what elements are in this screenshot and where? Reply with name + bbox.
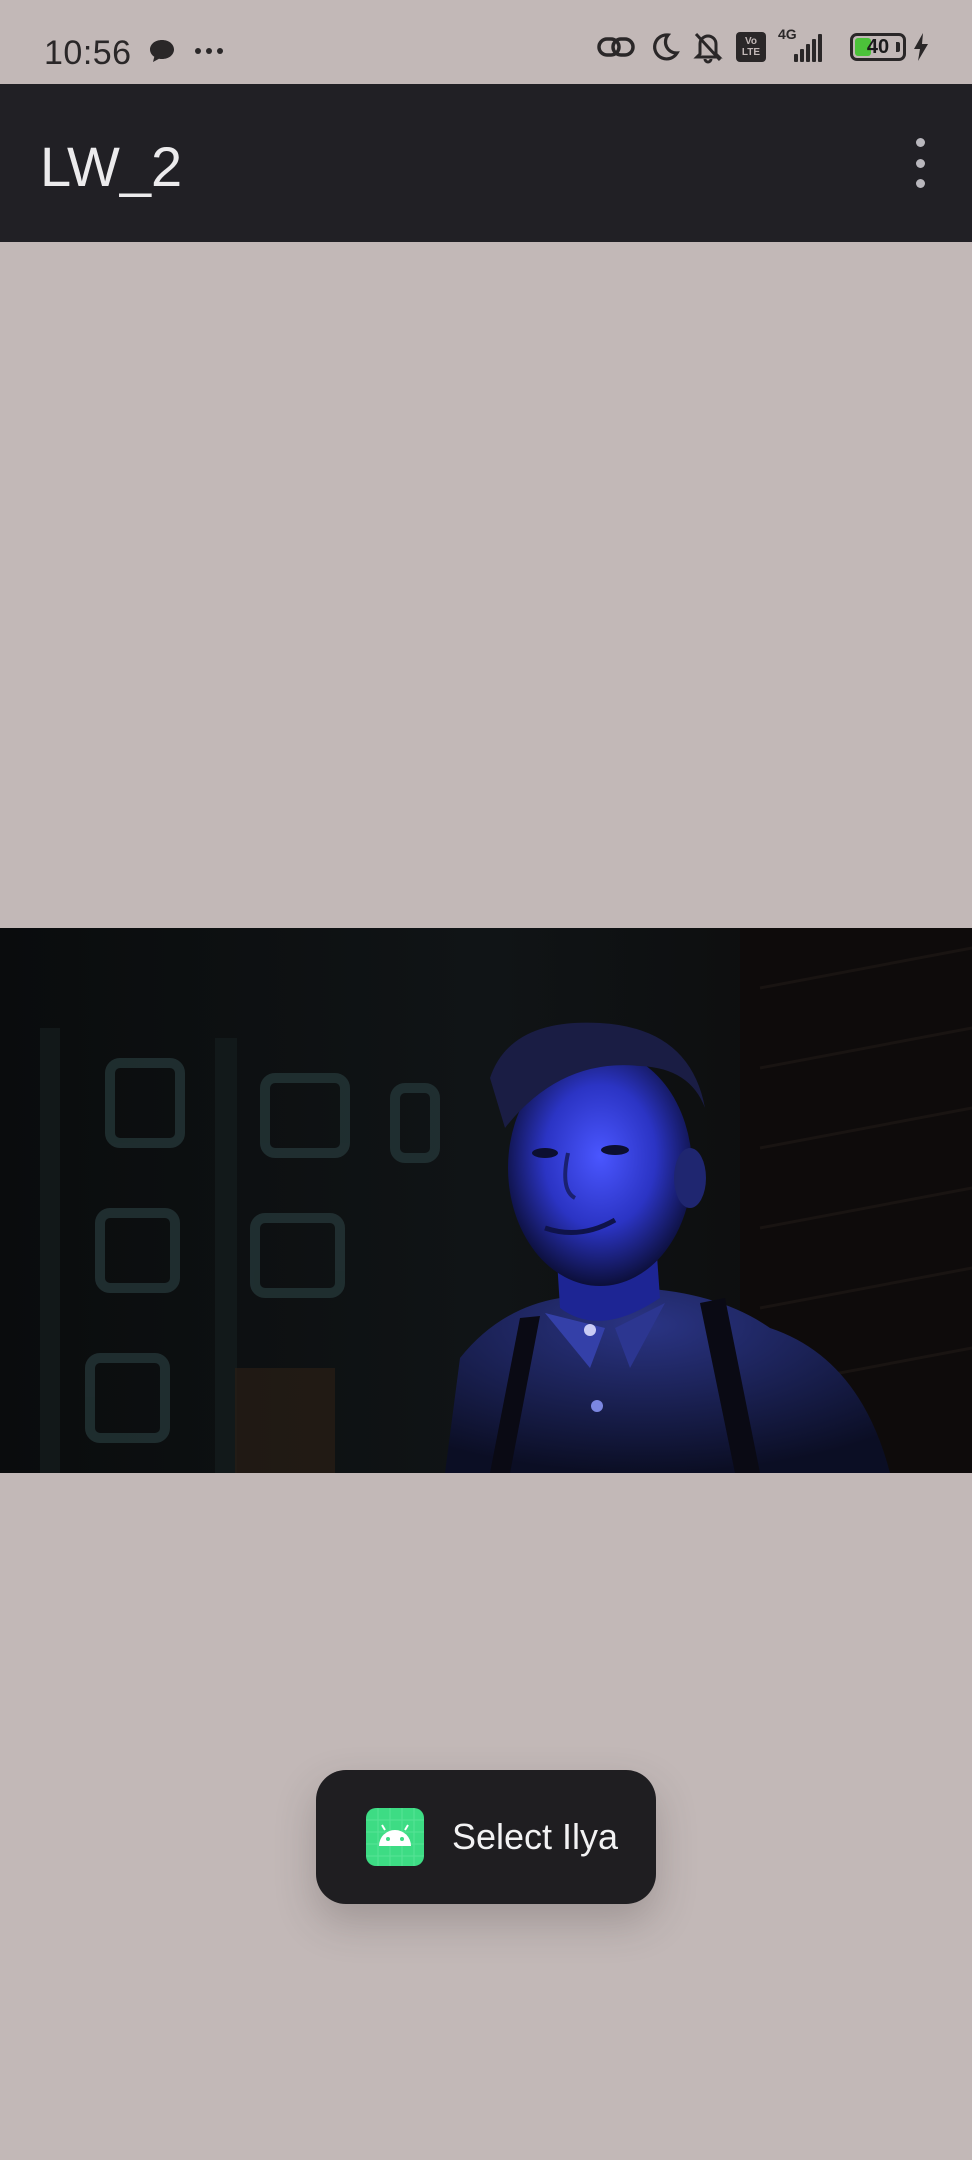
toast: Select Ilya	[316, 1770, 656, 1904]
photo-image-view	[0, 928, 972, 1473]
status-bar: 10:56 Vo LTE 4G 40	[0, 0, 972, 84]
signal-4g-icon: 4G	[778, 26, 838, 62]
app-title: LW_2	[40, 135, 183, 198]
link-icon	[596, 34, 636, 60]
battery-level: 40	[866, 35, 890, 58]
bell-off-icon	[692, 30, 724, 64]
android-app-icon	[366, 1808, 424, 1866]
app-bar: LW_2	[0, 84, 972, 242]
portrait-photo	[0, 928, 972, 1473]
battery-icon: 40	[850, 33, 906, 61]
status-time: 10:56	[44, 34, 132, 72]
toast-message: Select Ilya	[452, 1816, 619, 1857]
more-dots-icon	[194, 47, 224, 55]
chat-bubble-icon	[148, 38, 176, 64]
moon-icon	[648, 31, 680, 63]
status-left-icons	[148, 38, 224, 64]
status-right-icons: Vo LTE 4G 40	[596, 26, 930, 64]
network-type-label: 4G	[778, 26, 797, 42]
overflow-menu-icon	[915, 138, 925, 147]
charging-icon	[912, 32, 930, 62]
volte-icon: Vo LTE	[736, 32, 766, 62]
overflow-menu-button[interactable]	[902, 138, 938, 188]
